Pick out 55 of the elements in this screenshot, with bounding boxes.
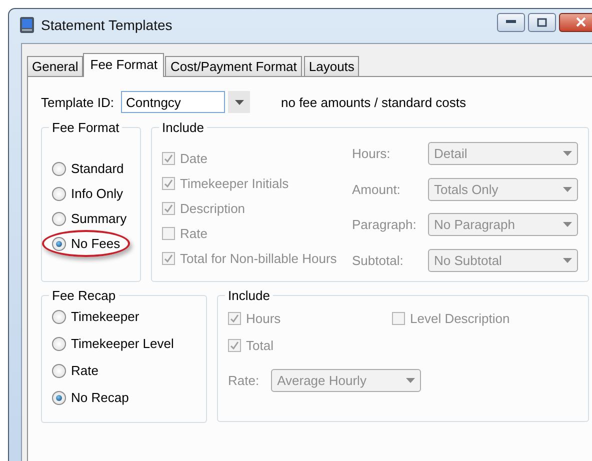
group-title: Include xyxy=(161,120,205,135)
template-description: no fee amounts / standard costs xyxy=(281,94,466,110)
template-id-field[interactable]: Contngcy xyxy=(121,91,225,113)
window-title: Statement Templates xyxy=(41,17,172,33)
radio-button[interactable] xyxy=(52,310,66,324)
checkbox-label: Total xyxy=(246,338,274,353)
caret-icon xyxy=(234,100,244,104)
radio-label: Rate xyxy=(71,363,98,378)
tab[interactable]: Cost/Payment Format xyxy=(165,56,302,76)
group-title: Fee Recap xyxy=(51,288,117,303)
dropdown-label: Rate: xyxy=(228,373,260,388)
radio-label: No Recap xyxy=(71,390,129,405)
tab[interactable]: General xyxy=(27,56,84,76)
close-button[interactable] xyxy=(559,12,592,32)
checkbox-label: Timekeeper Initials xyxy=(180,176,289,191)
maximize-icon xyxy=(537,18,547,26)
radio-label: Info Only xyxy=(71,186,124,201)
checkbox-label: Total for Non-billable Hours xyxy=(180,251,337,266)
radio-label: Timekeeper Level xyxy=(71,336,174,351)
close-icon xyxy=(576,17,586,27)
radio-button[interactable] xyxy=(52,212,66,226)
dropdown-label: Subtotal: xyxy=(352,252,404,268)
caret-icon xyxy=(563,222,572,228)
radio-button[interactable] xyxy=(52,390,66,404)
dropdown-label: Hours: xyxy=(352,146,392,162)
checkbox-label: Hours xyxy=(246,311,281,326)
maximize-button[interactable] xyxy=(528,12,556,32)
checkbox-label: Date xyxy=(180,151,208,166)
radio-label: No Fees xyxy=(71,236,120,251)
caret-icon xyxy=(563,258,572,263)
radio-button[interactable] xyxy=(52,336,66,350)
caret-icon xyxy=(563,186,572,192)
minimize-button[interactable] xyxy=(497,12,525,32)
dropdown-label: Amount: xyxy=(352,182,402,197)
checkbox-label: Description xyxy=(180,201,246,216)
checkbox-label: Level Description xyxy=(410,311,510,326)
dropdown-label: Paragraph: xyxy=(352,217,418,232)
radio-button[interactable] xyxy=(52,186,66,200)
group-title: Include xyxy=(227,288,271,303)
field-label: Template ID: xyxy=(41,94,115,110)
tab[interactable]: Fee Format xyxy=(83,53,164,77)
dropdown-button[interactable] xyxy=(228,91,250,113)
radio-label: Timekeeper xyxy=(71,309,140,324)
app-icon xyxy=(19,16,35,34)
radio-label: Standard xyxy=(71,161,124,176)
minimize-icon xyxy=(506,20,516,24)
radio-button[interactable] xyxy=(52,236,66,250)
radio-button[interactable] xyxy=(52,364,66,378)
tab[interactable]: Layouts xyxy=(304,56,360,76)
group-title: Fee Format xyxy=(51,120,120,135)
caret-icon xyxy=(406,378,416,383)
radio-label: Summary xyxy=(71,211,127,226)
radio-button[interactable] xyxy=(52,162,66,176)
caret-icon xyxy=(563,151,572,156)
checkbox-label: Rate xyxy=(180,226,208,241)
